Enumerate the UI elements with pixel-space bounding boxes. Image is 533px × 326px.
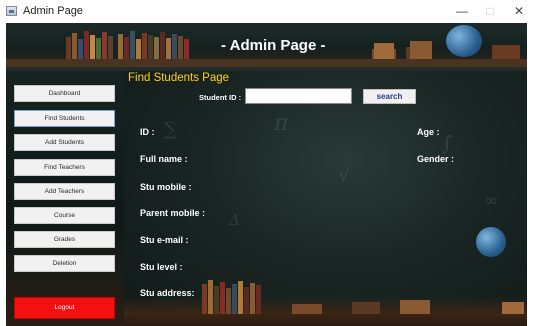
globe-image (476, 227, 506, 257)
header-shelf (6, 59, 527, 67)
parent-mobile-label: Parent mobile : (140, 208, 206, 218)
decor-book (208, 280, 213, 314)
decor-book (142, 33, 147, 59)
age-label: Age : (417, 127, 440, 137)
decor-book (136, 39, 141, 59)
stu-email-label: Stu e-mail : (140, 235, 189, 245)
decor-book (90, 35, 95, 59)
full-name-label: Full name : (140, 154, 188, 164)
stu-address-label: Stu address: (140, 288, 195, 298)
chalkboard-decor: ∫ (442, 131, 453, 155)
decor-book-stack (492, 45, 520, 59)
decor-book (202, 284, 207, 314)
sidebar-item-grades[interactable]: Grades (14, 231, 115, 248)
decor-book (118, 34, 123, 59)
decor-book-stack (292, 304, 322, 314)
window-titlebar[interactable]: Admin Page — □ ✕ (0, 0, 533, 23)
gender-label: Gender : (417, 154, 455, 164)
decor-book (238, 281, 243, 314)
header-banner: - Admin Page - (6, 23, 527, 67)
decor-book-stack (352, 302, 380, 314)
sidebar-item-add-teachers[interactable]: Add Teachers (14, 183, 115, 200)
id-label: ID : (140, 127, 155, 137)
search-button[interactable]: search (363, 89, 416, 104)
sidebar: Dashboard Find Students Add Students Fin… (6, 71, 124, 326)
sidebar-item-add-students[interactable]: Add Students (14, 134, 115, 151)
decor-book (214, 286, 219, 314)
app-window-icon (6, 6, 17, 16)
sidebar-item-dashboard[interactable]: Dashboard (14, 85, 115, 102)
student-id-input[interactable] (245, 88, 352, 104)
decor-book (178, 36, 183, 59)
desk-decor (124, 296, 527, 326)
student-id-label: Student ID : (199, 93, 242, 102)
decor-book (96, 38, 101, 59)
stu-mobile-label: Stu mobile : (140, 182, 192, 192)
decor-book-stack (400, 300, 430, 314)
logout-button[interactable]: Logout (14, 297, 115, 319)
decor-book-stack (502, 302, 524, 314)
chalkboard-decor: ∑ (164, 119, 177, 140)
globe-image (446, 25, 482, 57)
decor-book (250, 283, 255, 314)
decor-book (102, 32, 107, 59)
decor-book (172, 34, 177, 59)
decor-book (66, 37, 71, 59)
decor-book (130, 31, 135, 59)
stu-level-label: Stu level : (140, 262, 183, 272)
minimize-icon[interactable]: — (453, 3, 471, 19)
chalkboard-decor: ∞ (484, 191, 499, 211)
app-frame: - Admin Page - Dashboard Find Students A… (6, 23, 527, 326)
chalkboard-decor: Δ (229, 211, 240, 229)
decor-book (220, 282, 225, 314)
sidebar-item-course[interactable]: Course (14, 207, 115, 224)
decor-book (78, 39, 83, 59)
decor-book (154, 37, 159, 59)
chalkboard-decor: π (274, 111, 289, 136)
decor-book (148, 35, 153, 59)
window-title: Admin Page (23, 5, 83, 17)
decor-book (244, 287, 249, 314)
decor-book (226, 288, 231, 314)
decor-book (108, 36, 113, 59)
maximize-icon[interactable]: □ (481, 3, 499, 19)
decor-book (184, 39, 189, 59)
sidebar-item-find-teachers[interactable]: Find Teachers (14, 159, 115, 176)
decor-book-stack (410, 41, 432, 59)
decor-book (166, 38, 171, 59)
close-icon[interactable]: ✕ (510, 3, 528, 19)
header-title: - Admin Page - (221, 37, 326, 54)
decor-book (256, 285, 261, 314)
decor-book (160, 32, 165, 59)
decor-book (124, 37, 129, 59)
main-panel: ∑ π √ ∫ Δ ∞ Find Students Page Student I… (124, 71, 527, 326)
page-heading: Find Students Page (128, 72, 230, 84)
sidebar-item-find-students[interactable]: Find Students (14, 110, 115, 127)
decor-book (232, 284, 237, 314)
sidebar-item-deletion[interactable]: Deletion (14, 255, 115, 272)
decor-book (84, 31, 89, 59)
chalkboard-decor: √ (339, 166, 350, 185)
decor-book (72, 33, 77, 59)
decor-book-stack (374, 43, 394, 59)
